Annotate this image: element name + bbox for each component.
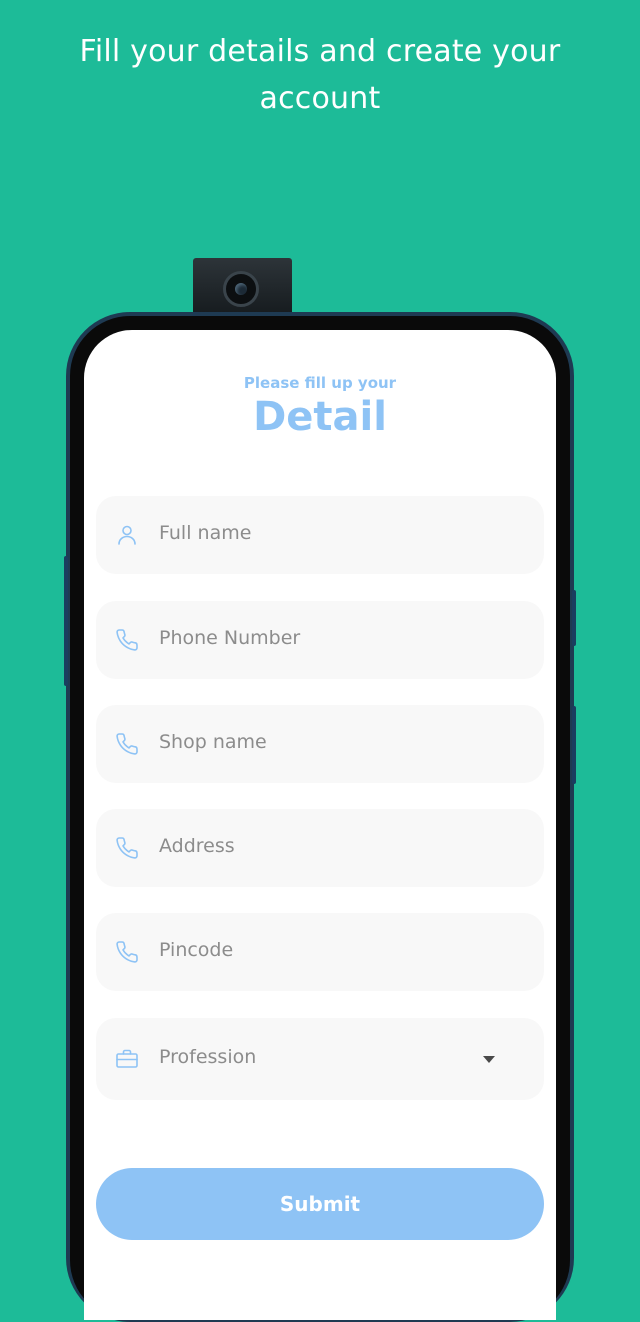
profession-select[interactable]: Profession [96,1018,544,1100]
person-icon [118,525,136,545]
full-name-field[interactable]: Full name [96,496,544,574]
form-pre-title: Please fill up your [243,374,397,392]
phone-icon [116,733,138,755]
popup-camera [193,258,292,320]
form-title: Detail [253,394,387,440]
phone-side-button-left [64,556,68,686]
camera-lens-icon [223,271,259,307]
page-headline: Fill your details and create your accoun… [79,34,561,116]
phone-side-button-right-1 [572,590,576,646]
phone-number-field[interactable]: Phone Number [96,601,544,679]
phone-icon [116,837,138,859]
shop-name-field[interactable]: Shop name [96,705,544,783]
submit-button[interactable]: Submit [96,1168,544,1240]
dropdown-arrow-icon[interactable] [483,1056,495,1063]
phone-number-placeholder: Phone Number [159,627,301,649]
profession-placeholder: Profession [159,1046,257,1068]
address-placeholder: Address [159,835,235,857]
full-name-placeholder: Full name [159,522,252,544]
briefcase-icon [116,1049,138,1068]
shop-name-placeholder: Shop name [159,731,267,753]
pincode-field[interactable]: Pincode [96,913,544,991]
phone-side-button-right-2 [572,706,576,784]
phone-screen: Please fill up your Detail Full name Pho… [84,330,556,1320]
pincode-placeholder: Pincode [159,939,234,961]
address-field[interactable]: Address [96,809,544,887]
phone-icon [116,941,138,963]
phone-icon [116,629,138,651]
